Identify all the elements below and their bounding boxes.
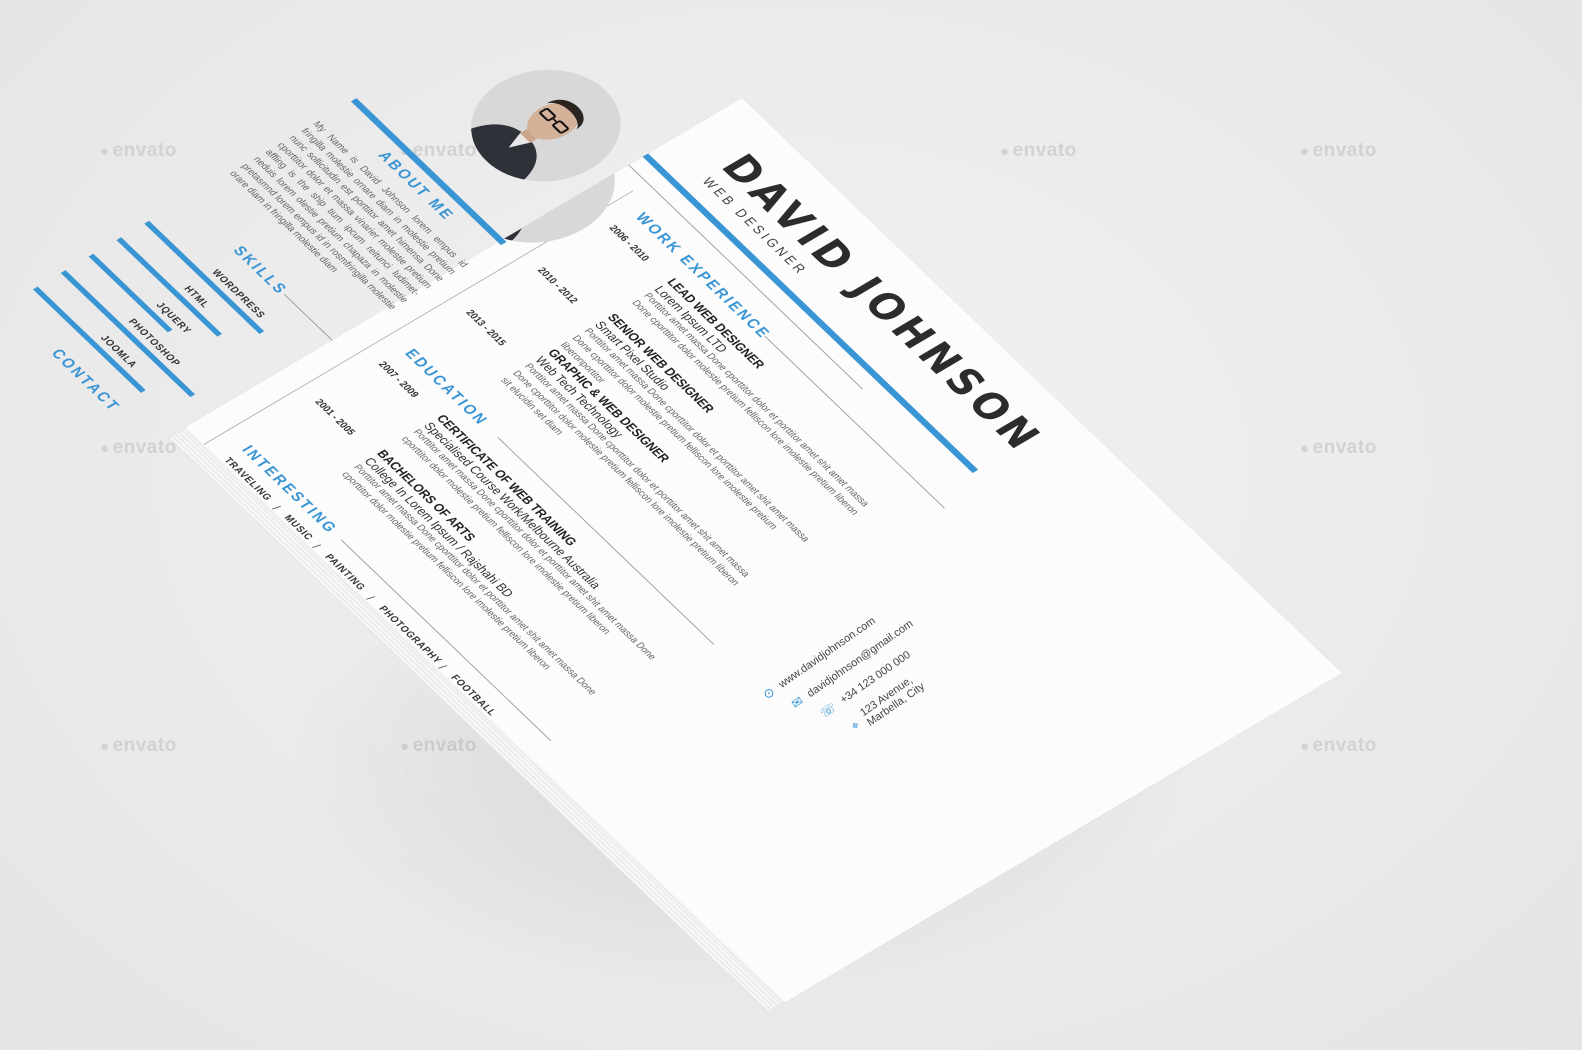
watermark: ●envato (1000, 140, 1077, 161)
watermark: ●envato (100, 437, 177, 458)
phone-icon: ☏ (817, 699, 839, 721)
envelope-icon: ✉ (788, 693, 807, 712)
education-dates: 2001 - 2005 (312, 397, 358, 437)
watermark: ●envato (100, 140, 177, 161)
watermark: ●envato (1300, 437, 1377, 458)
watermark: ●envato (100, 735, 177, 756)
location-pin-icon: ⌖ (847, 717, 863, 734)
watermark: ●envato (400, 140, 477, 161)
watermark: ●envato (1300, 140, 1377, 161)
job-dates: 2013 - 2015 (463, 308, 509, 348)
watermark: ●envato (1300, 735, 1377, 756)
job-dates: 2010 - 2012 (534, 265, 580, 306)
